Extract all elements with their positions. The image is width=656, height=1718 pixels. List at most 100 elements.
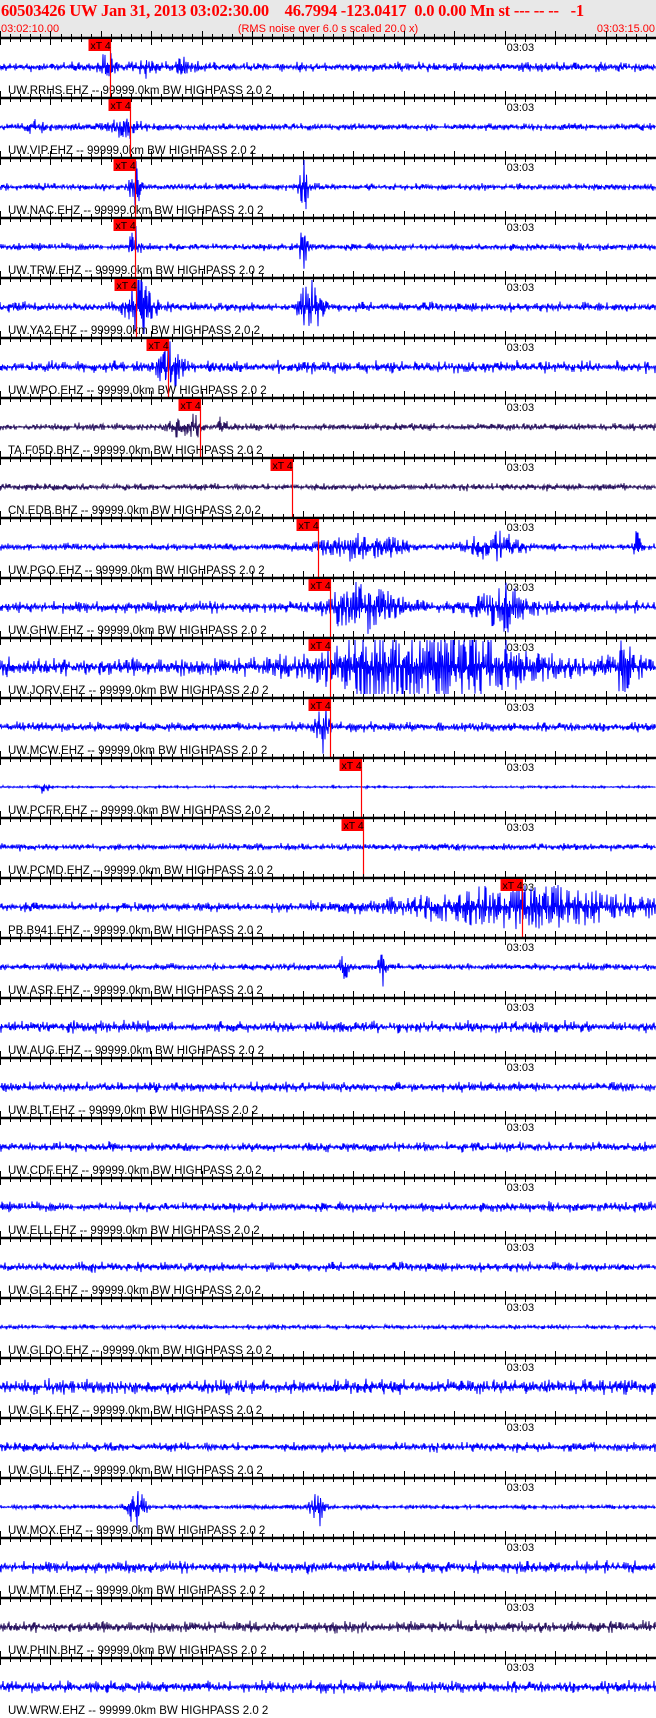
trace-panel: 03:03UW.YA2.EHZ -- 99999.0km BW HIGHPASS…	[0, 271, 656, 338]
time-tick-label: 03:03	[507, 522, 535, 534]
time-tick-label: 03:03	[507, 1422, 535, 1434]
time-tick-label: 03:03	[507, 1002, 535, 1014]
time-tick-label: 03:03	[507, 402, 535, 414]
time-tick-label: 03:03	[507, 162, 535, 174]
station-label: UW.ASR.EHZ -- 99999.0km BW HIGHPASS 2.0 …	[8, 985, 263, 997]
waveform-trace	[0, 225, 656, 269]
trace-panel: 03:03PB.B941.EHZ -- 99999.0km BW HIGHPAS…	[0, 871, 656, 938]
station-label: UW.MTM.EHZ -- 99999.0km BW HIGHPASS 2.0 …	[8, 1585, 265, 1597]
station-label: UW.PGO.EHZ -- 99999.0km BW HIGHPASS 2.0 …	[8, 565, 265, 577]
waveform-trace	[0, 1441, 656, 1453]
pick-label: xT 4	[111, 100, 131, 112]
time-tick-label: 03:03	[507, 942, 535, 954]
station-label: UW.PHIN.BHZ -- 99999.0km BW HIGHPASS 2.0…	[8, 1645, 267, 1657]
waveform-trace	[0, 482, 656, 492]
time-tick-label: 03:03	[507, 1302, 535, 1314]
time-tick-label: 03:03	[507, 582, 535, 594]
waveform-trace	[0, 1201, 656, 1213]
pick-label: xT 4	[116, 220, 136, 232]
waveform-trace	[0, 53, 656, 79]
station-label: UW.TRW.EHZ -- 99999.0km BW HIGHPASS 2.0 …	[8, 265, 264, 277]
trace-panel: 03:03UW.GLDO.EHZ -- 99999.0km BW HIGHPAS…	[0, 1291, 656, 1357]
waveform-trace	[0, 1322, 656, 1331]
station-label: UW.MCW.EHZ -- 99999.0km BW HIGHPASS 2.0 …	[8, 745, 267, 757]
station-label: TA.F05D.BHZ -- 99999.0km BW HIGHPASS 2.0…	[8, 445, 263, 457]
station-label: UW.WRW.EHZ -- 99999.0km BW HIGHPASS 2.0 …	[8, 1705, 268, 1717]
station-label: UW.GHW.EHZ -- 99999.0km BW HIGHPASS 2.0 …	[8, 625, 267, 637]
waveform-trace	[0, 159, 656, 210]
trace-panel: 03:03CN.EDB.BHZ -- 99999.0km BW HIGHPASS…	[0, 451, 656, 518]
waveform-trace	[0, 118, 656, 139]
trace-panel: 03:03UW.JORV.EHZ -- 99999.0km BW HIGHPAS…	[0, 631, 656, 698]
time-tick-label: 03:03	[507, 1602, 535, 1614]
pick-label: xT 4	[311, 700, 331, 712]
time-tick-label: 03:03	[507, 1182, 535, 1194]
time-tick-label: 03:03	[507, 102, 535, 114]
trace-panel: 03:03UW.NAC.EHZ -- 99999.0km BW HIGHPASS…	[0, 151, 656, 218]
trace-panel: 03:03 UW.PCFR.EHZ -- 99999.0km BW HIGHPAS…	[0, 751, 656, 818]
time-tick-label: 03:03	[507, 702, 535, 714]
waveform-trace	[0, 884, 656, 930]
pick-label: xT 4	[273, 460, 293, 472]
station-label: UW.VIP.EHZ -- 99999.0km BW HIGHPASS 2.0 …	[8, 145, 256, 157]
pick-label: xT 4	[344, 820, 364, 832]
pick-label: xT 4	[503, 880, 523, 892]
time-tick-label: 03:03	[507, 42, 535, 54]
waveform-trace	[0, 954, 656, 987]
trace-panel: 03:03 UW.MOX.EHZ -- 99999.0km BW HIGHPASS…	[0, 1471, 656, 1537]
station-label: UW.WPO.EHZ -- 99999.0km BW HIGHPASS 2.0 …	[8, 385, 267, 397]
station-label: UW.AUG.EHZ -- 99999.0km BW HIGHPASS 2.0 …	[8, 1045, 264, 1057]
station-label: PB.B941.EHZ -- 99999.0km BW HIGHPASS 2.0…	[8, 925, 263, 937]
station-label: UW.CDF.EHZ -- 99999.0km BW HIGHPASS 2.0 …	[8, 1165, 262, 1177]
time-tick-label: 03:03	[507, 1482, 535, 1494]
waveform-trace	[0, 1261, 656, 1273]
trace-panel: 03:03UW.RRHS.EHZ -- 99999.0km BW HIGHPAS…	[0, 31, 656, 98]
waveform-trace	[0, 842, 656, 852]
trace-panel: 03:03 UW.GLK.EHZ -- 99999.0km BW HIGHPASS…	[0, 1351, 656, 1417]
trace-panel: 03:03 UW.PGO.EHZ -- 99999.0km BW HIGHPASS…	[0, 511, 656, 578]
waveform-trace	[0, 1679, 656, 1694]
waveform-trace	[0, 1378, 656, 1396]
trace-panel: 03:03UW.GL2.EHZ -- 99999.0km BW HIGHPASS…	[0, 1231, 656, 1297]
pick-label: xT 4	[181, 400, 201, 412]
waveform-trace	[0, 413, 656, 438]
time-tick-label: 03:03	[507, 1542, 535, 1554]
waveform-trace	[0, 1081, 656, 1093]
trace-panel: 03:03 UW.GHW.EHZ -- 99999.0km BW HIGHPASS…	[0, 571, 656, 638]
trace-panel: 03:03 UW.TRW.EHZ -- 99999.0km BW HIGHPASS…	[0, 211, 656, 278]
station-label: UW.PCMD.EHZ -- 99999.0km BW HIGHPASS 2.0…	[8, 865, 273, 877]
waveform-trace	[0, 1560, 656, 1575]
pick-label: xT 4	[342, 760, 362, 772]
pick-label: xT 4	[117, 280, 137, 292]
time-tick-label: 03:03	[507, 1122, 535, 1134]
station-label: UW.GUL.EHZ -- 99999.0km BW HIGHPASS 2.0 …	[8, 1465, 263, 1477]
time-tick-label: 03:03	[507, 1062, 535, 1074]
waveform-trace	[0, 783, 656, 794]
station-label: UW.BLT.EHZ -- 99999.0km BW HIGHPASS 2.0 …	[8, 1105, 258, 1117]
time-tick-label: 03:03	[507, 282, 535, 294]
pick-label: xT 4	[311, 580, 331, 592]
station-label: UW.ELL.EHZ -- 99999.0km BW HIGHPASS 2.0 …	[8, 1225, 260, 1237]
pick-label: xT 4	[149, 340, 169, 352]
trace-panel: 03:03 UW.PCMD.EHZ -- 99999.0km BW HIGHPAS…	[0, 811, 656, 878]
pick-label: xT 4	[91, 40, 111, 52]
station-label: UW.PCFR.EHZ -- 99999.0km BW HIGHPASS 2.0…	[8, 805, 270, 817]
trace-panel: 03:03 UW.BLT.EHZ -- 99999.0km BW HIGHPASS…	[0, 1051, 656, 1117]
trace-panel: 03:03 UW.PHIN.BHZ -- 99999.0km BW HIGHPAS…	[0, 1591, 656, 1657]
time-tick-label: 03:03	[507, 342, 535, 354]
trace-panel: 03:03 UW.VIP.EHZ -- 99999.0km BW HIGHPASS…	[0, 91, 656, 158]
trace-panel: 03:03 UW.GUL.EHZ -- 99999.0km BW HIGHPASS…	[0, 1411, 656, 1477]
time-tick-label: 03:03	[507, 1242, 535, 1254]
trace-panel: 03:03 UW.ELL.EHZ -- 99999.0km BW HIGHPASS…	[0, 1171, 656, 1237]
waveform-trace	[0, 1019, 656, 1034]
time-tick-label: 03:03	[507, 762, 535, 774]
time-tick-label: 03:03	[507, 1662, 535, 1674]
trace-panel: 03:03 UW.AUG.EHZ -- 99999.0km BW HIGHPASS…	[0, 991, 656, 1057]
waveform-trace	[0, 341, 656, 388]
trace-panel: 03:03 UW.WPO.EHZ -- 99999.0km BW HIGHPASS…	[0, 331, 656, 398]
trace-panel: 03:03 UW.CDF.EHZ -- 99999.0km BW HIGHPASS…	[0, 1111, 656, 1177]
pick-label: xT 4	[311, 640, 331, 652]
trace-panel: 03:03 UW.ASR.EHZ -- 99999.0km BW HIGHPASS…	[0, 931, 656, 997]
time-tick-label: 03:03	[507, 222, 535, 234]
pick-label: xT 4	[116, 160, 136, 172]
